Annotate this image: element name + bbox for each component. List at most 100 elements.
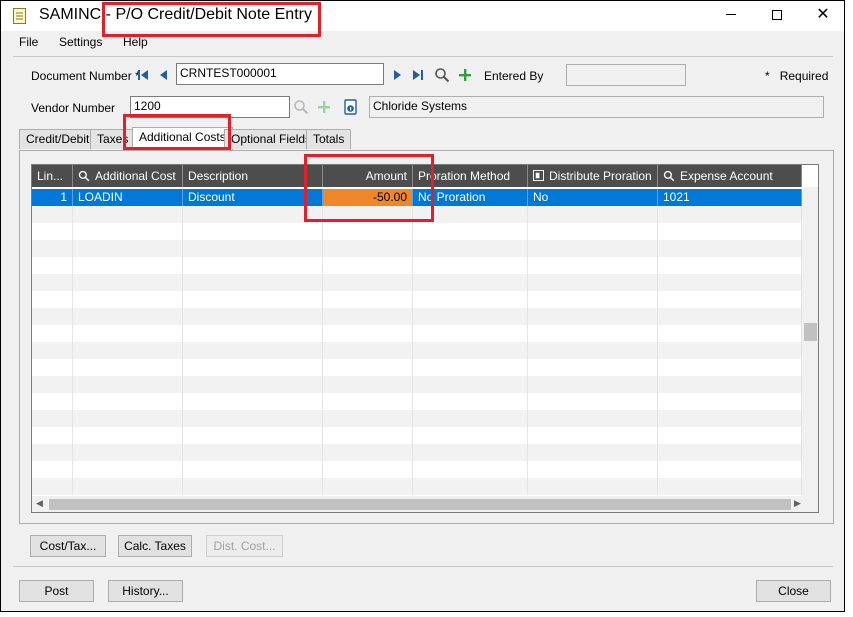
column-header-line[interactable]: Lin...: [32, 165, 73, 187]
empty-cell[interactable]: [413, 461, 528, 478]
empty-cell[interactable]: [32, 461, 73, 478]
empty-cell[interactable]: [183, 206, 323, 223]
empty-cell[interactable]: [413, 274, 528, 291]
cell-distribute-proration[interactable]: No: [528, 189, 658, 206]
empty-table-row[interactable]: [32, 444, 802, 461]
empty-cell[interactable]: [32, 359, 73, 376]
tab-taxes[interactable]: Taxes: [90, 129, 136, 149]
column-header-expense-account[interactable]: Expense Account: [658, 165, 802, 187]
empty-cell[interactable]: [32, 291, 73, 308]
empty-cell[interactable]: [183, 291, 323, 308]
empty-cell[interactable]: [323, 308, 413, 325]
empty-cell[interactable]: [73, 444, 183, 461]
empty-cell[interactable]: [183, 257, 323, 274]
empty-cell[interactable]: [32, 478, 73, 495]
empty-cell[interactable]: [183, 325, 323, 342]
empty-cell[interactable]: [323, 478, 413, 495]
empty-cell[interactable]: [323, 359, 413, 376]
empty-cell[interactable]: [323, 223, 413, 240]
empty-cell[interactable]: [73, 257, 183, 274]
empty-table-row[interactable]: [32, 308, 802, 325]
cost-tax-button[interactable]: Cost/Tax...: [30, 535, 106, 557]
empty-cell[interactable]: [528, 444, 658, 461]
empty-cell[interactable]: [528, 308, 658, 325]
empty-cell[interactable]: [183, 478, 323, 495]
empty-cell[interactable]: [73, 427, 183, 444]
empty-cell[interactable]: [32, 223, 73, 240]
column-header-amount[interactable]: Amount: [323, 165, 413, 187]
column-header-proration-method[interactable]: Proration Method: [413, 165, 528, 187]
empty-cell[interactable]: [32, 444, 73, 461]
empty-cell[interactable]: [73, 359, 183, 376]
empty-cell[interactable]: [528, 376, 658, 393]
empty-table-row[interactable]: [32, 478, 802, 495]
empty-cell[interactable]: [413, 376, 528, 393]
empty-cell[interactable]: [658, 342, 802, 359]
tab-additional-costs[interactable]: Additional Costs: [132, 127, 233, 150]
empty-cell[interactable]: [323, 461, 413, 478]
scroll-left-icon[interactable]: ◀: [36, 498, 43, 509]
empty-cell[interactable]: [32, 206, 73, 223]
empty-table-row[interactable]: [32, 274, 802, 291]
column-header-additional-cost[interactable]: Additional Cost: [73, 165, 183, 187]
empty-cell[interactable]: [73, 206, 183, 223]
empty-cell[interactable]: [32, 274, 73, 291]
empty-cell[interactable]: [73, 240, 183, 257]
empty-cell[interactable]: [658, 393, 802, 410]
empty-cell[interactable]: [658, 461, 802, 478]
empty-cell[interactable]: [413, 291, 528, 308]
empty-cell[interactable]: [528, 240, 658, 257]
empty-table-row[interactable]: [32, 291, 802, 308]
tab-optional-fields[interactable]: Optional Fields: [224, 129, 319, 149]
empty-cell[interactable]: [323, 410, 413, 427]
empty-cell[interactable]: [183, 359, 323, 376]
empty-cell[interactable]: [528, 223, 658, 240]
empty-cell[interactable]: [528, 257, 658, 274]
empty-cell[interactable]: [73, 410, 183, 427]
vertical-scroll-thumb[interactable]: [804, 323, 817, 341]
empty-cell[interactable]: [183, 274, 323, 291]
empty-cell[interactable]: [528, 427, 658, 444]
empty-cell[interactable]: [183, 223, 323, 240]
dist-cost-button[interactable]: Dist. Cost...: [206, 535, 283, 557]
next-record-icon[interactable]: [390, 68, 404, 82]
empty-cell[interactable]: [323, 291, 413, 308]
empty-cell[interactable]: [183, 461, 323, 478]
empty-cell[interactable]: [658, 308, 802, 325]
empty-cell[interactable]: [32, 393, 73, 410]
empty-table-row[interactable]: [32, 359, 802, 376]
empty-cell[interactable]: [323, 444, 413, 461]
empty-cell[interactable]: [73, 291, 183, 308]
empty-cell[interactable]: [528, 393, 658, 410]
empty-cell[interactable]: [413, 393, 528, 410]
empty-cell[interactable]: [73, 223, 183, 240]
menu-settings[interactable]: Settings: [59, 35, 102, 49]
empty-cell[interactable]: [183, 427, 323, 444]
empty-cell[interactable]: [413, 444, 528, 461]
minimize-button[interactable]: [708, 1, 754, 31]
empty-cell[interactable]: [413, 410, 528, 427]
vendor-search-icon[interactable]: [293, 99, 309, 115]
empty-cell[interactable]: [658, 325, 802, 342]
empty-cell[interactable]: [658, 257, 802, 274]
empty-cell[interactable]: [73, 308, 183, 325]
empty-table-row[interactable]: [32, 342, 802, 359]
vendor-number-field[interactable]: 1200: [130, 96, 290, 118]
empty-cell[interactable]: [183, 240, 323, 257]
empty-cell[interactable]: [528, 461, 658, 478]
previous-record-icon[interactable]: [157, 68, 171, 82]
empty-cell[interactable]: [73, 376, 183, 393]
empty-cell[interactable]: [658, 478, 802, 495]
empty-cell[interactable]: [323, 257, 413, 274]
empty-cell[interactable]: [32, 342, 73, 359]
empty-cell[interactable]: [658, 240, 802, 257]
empty-cell[interactable]: [73, 478, 183, 495]
cell-description[interactable]: Discount: [183, 189, 323, 206]
cell-additional-cost[interactable]: LOADIN: [73, 189, 183, 206]
empty-cell[interactable]: [323, 427, 413, 444]
empty-table-row[interactable]: [32, 410, 802, 427]
empty-cell[interactable]: [183, 308, 323, 325]
empty-cell[interactable]: [413, 223, 528, 240]
vendor-add-icon[interactable]: [316, 99, 332, 115]
empty-cell[interactable]: [413, 206, 528, 223]
